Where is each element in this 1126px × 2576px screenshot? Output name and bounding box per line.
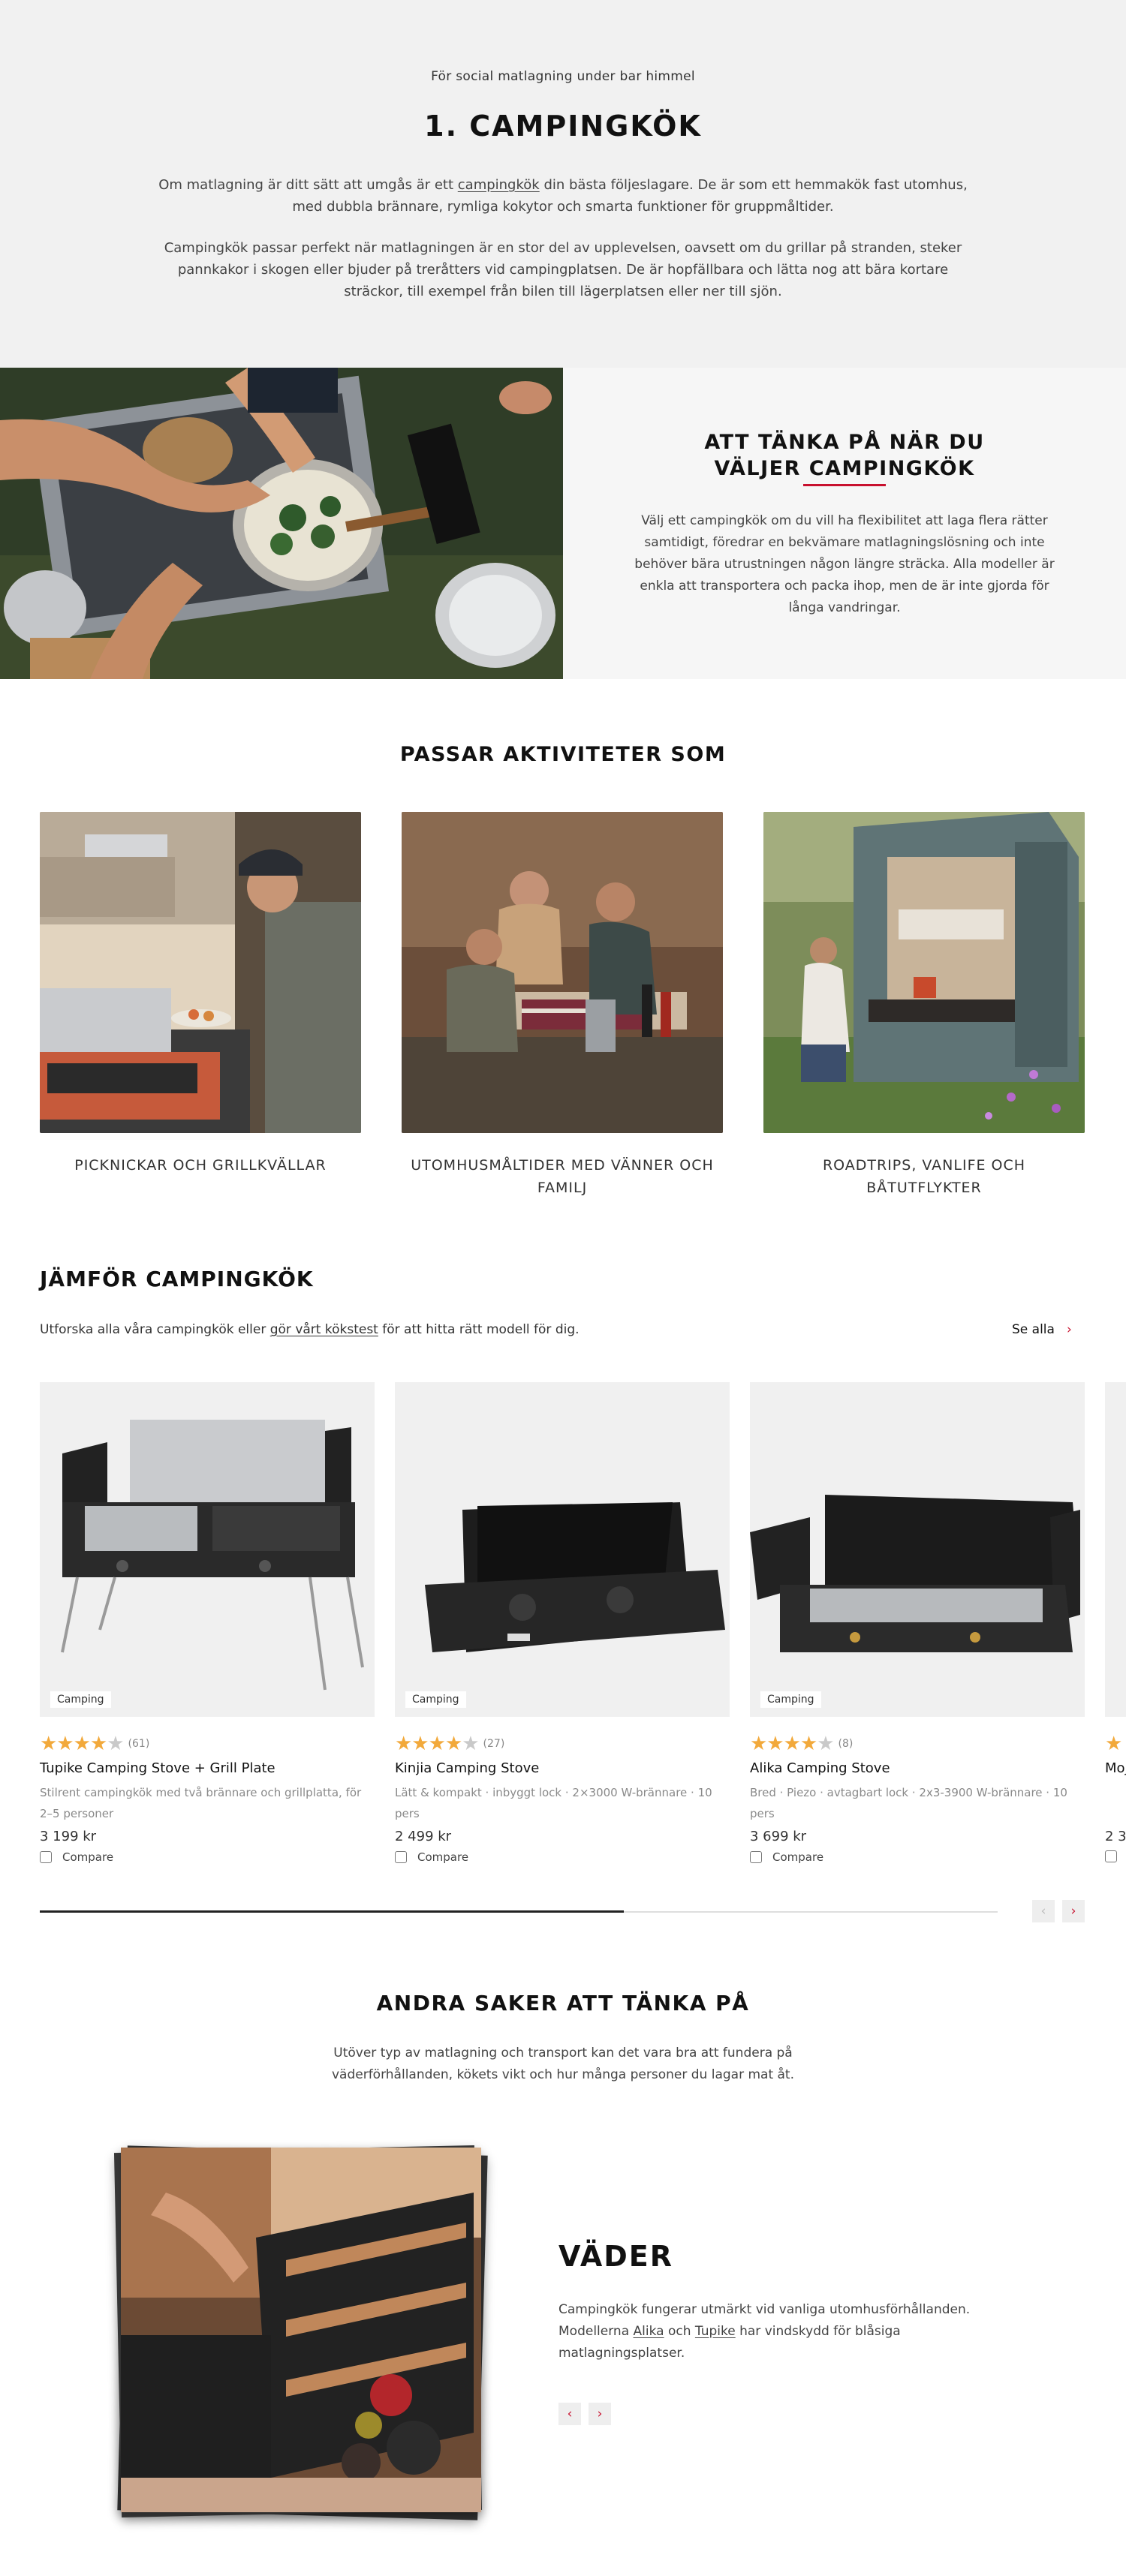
category-tag: Camping [760,1691,821,1708]
weather-title: VÄDER [558,2240,674,2273]
product-card[interactable]: Camping ★★★★★ (61) Tupike Camping Stove … [40,1382,375,1864]
activity-label: ROADTRIPS, VANLIFE OCH BÅTUTFLYKTER [822,1157,1026,1196]
chevron-left-icon: ‹ [567,2406,573,2421]
product-price: 2 3 [1105,1829,1126,1844]
review-count: (8) [838,1738,854,1750]
compare-intro-text-end: för att hitta rätt modell för dig. [378,1322,580,1337]
other-title: ANDRA SAKER ATT TÄNKA PÅ [376,1991,750,2015]
picnic-image [40,812,361,1133]
product-image: Camping [40,1382,375,1717]
product-image: Camping [750,1382,1085,1717]
compare-label: Compare [417,1850,469,1864]
product-name[interactable]: Moj [1105,1760,1126,1776]
activity-card-friends[interactable]: UTOMHUSMÅLTIDER MED VÄNNER OCH FAMILJ [402,812,723,1199]
compare-intro-text: Utforska alla våra campingkök eller [40,1322,270,1337]
weather-text: Campingkök fungerar utmärkt vid vanliga … [558,2299,1009,2364]
chevron-left-icon: ‹ [1040,1904,1046,1919]
see-all-label: Se alla [1012,1322,1055,1337]
weather-image-stack [113,2145,488,2520]
hero-kicker: För social matlagning under bar himmel [431,69,695,84]
alika-link[interactable]: Alika [634,2324,664,2339]
activities-title: PASSAR AKTIVITETER SOM [399,743,727,766]
chevron-right-icon: › [1066,1322,1072,1337]
compare-title: JÄMFÖR CAMPINGKÖK [40,1267,314,1291]
product-name[interactable]: Alika Camping Stove [750,1760,1085,1776]
slider-next-button[interactable]: › [589,2403,611,2425]
activity-card-roadtrip[interactable]: ROADTRIPS, VANLIFE OCH BÅTUTFLYKTER [763,812,1085,1199]
hero-section: För social matlagning under bar himmel 1… [0,0,1126,368]
product-name[interactable]: Kinjia Camping Stove [395,1760,730,1776]
compare-label: Compare [772,1850,824,1864]
rating: ★★★★★ (8) [750,1733,1085,1755]
product-description: Lätt & kompakt · inbyggt lock · 2×3000 W… [395,1786,712,1820]
product-card[interactable]: ★ Moj 2 3 [1105,1382,1126,1862]
compare-label: Compare [62,1850,114,1864]
checkbox-icon[interactable] [395,1851,407,1863]
carousel-prev-button[interactable]: ‹ [1032,1900,1055,1922]
star-rating-icon: ★★★★★ [40,1733,125,1755]
slider-prev-button[interactable]: ‹ [558,2403,581,2425]
carousel-scrollbar-thumb[interactable] [40,1910,624,1913]
other-intro: Utöver typ av matlagning och transport k… [331,2045,795,2082]
compare-checkbox[interactable]: Compare [40,1850,375,1864]
see-all-link[interactable]: Se alla › [1012,1322,1072,1337]
compare-checkbox[interactable]: Compare [395,1850,730,1864]
product-description: Stilrent campingkök med två brännare och… [40,1786,362,1820]
hero-p1-text: Om matlagning är ditt sätt att umgås är … [158,177,458,193]
product-description: Bred · Piezo · avtagbart lock · 2x3-3900… [750,1786,1067,1820]
choose-title: ATT TÄNKA PÅ NÄR DU VÄLJER CAMPINGKÖK [704,431,985,480]
friends-meal-image [402,812,723,1133]
weather-image [121,2148,481,2512]
chevron-right-icon: › [1070,1904,1076,1919]
checkbox-icon[interactable] [1105,1850,1117,1862]
checkbox-icon[interactable] [750,1851,762,1863]
compare-checkbox[interactable]: Compare [750,1850,1085,1864]
compare-checkbox[interactable] [1105,1850,1126,1862]
stove-test-link[interactable]: gör vårt kökstest [270,1322,378,1337]
hero-paragraph-1: Om matlagning är ditt sätt att umgås är … [158,174,968,218]
vanlife-image [763,812,1085,1133]
star-rating-icon: ★★★★★ [750,1733,835,1755]
category-tag: Camping [405,1691,466,1708]
review-count: (27) [483,1738,505,1750]
activity-card-picnic[interactable]: PICKNICKAR OCH GRILLKVÄLLAR [40,812,361,1177]
choose-section: ATT TÄNKA PÅ NÄR DU VÄLJER CAMPINGKÖK Vä… [0,368,1126,679]
cooking-hands-image [0,368,563,679]
rating: ★★★★★ (61) [40,1733,375,1755]
title-underline [803,484,886,486]
choose-text-panel: ATT TÄNKA PÅ NÄR DU VÄLJER CAMPINGKÖK Vä… [563,368,1126,679]
carousel-next-button[interactable]: › [1062,1900,1085,1922]
product-price: 3 699 kr [750,1829,807,1844]
category-tag: Camping [50,1691,111,1708]
rating: ★ [1105,1733,1126,1755]
tupike-link[interactable]: Tupike [695,2324,736,2339]
page-title: 1. CAMPINGKÖK [424,110,702,143]
compare-intro: Utforska alla våra campingkök eller gör … [40,1322,580,1337]
activity-label: PICKNICKAR OCH GRILLKVÄLLAR [74,1157,327,1174]
chevron-right-icon: › [597,2406,603,2421]
checkbox-icon[interactable] [40,1851,52,1863]
product-price: 3 199 kr [40,1829,97,1844]
rating: ★★★★★ (27) [395,1733,730,1755]
review-count: (61) [128,1738,150,1750]
product-card[interactable]: Camping ★★★★★ (8) Alika Camping Stove Br… [750,1382,1085,1864]
campingkok-link[interactable]: campingkök [458,177,540,193]
product-price: 2 499 kr [395,1829,452,1844]
weather-text-mid: och [664,2324,695,2339]
choose-text: Välj ett campingkök om du vill ha flexib… [634,513,1055,615]
product-name[interactable]: Tupike Camping Stove + Grill Plate [40,1760,375,1776]
product-description [1105,1782,1126,1824]
star-rating-icon: ★ [1105,1733,1122,1755]
hero-paragraph-2: Campingkök passar perfekt när matlagning… [164,240,962,299]
product-image [1105,1382,1126,1717]
star-rating-icon: ★★★★★ [395,1733,480,1755]
activity-label: UTOMHUSMÅLTIDER MED VÄNNER OCH FAMILJ [411,1157,714,1196]
product-image: Camping [395,1382,730,1717]
product-card[interactable]: Camping ★★★★★ (27) Kinjia Camping Stove … [395,1382,730,1864]
